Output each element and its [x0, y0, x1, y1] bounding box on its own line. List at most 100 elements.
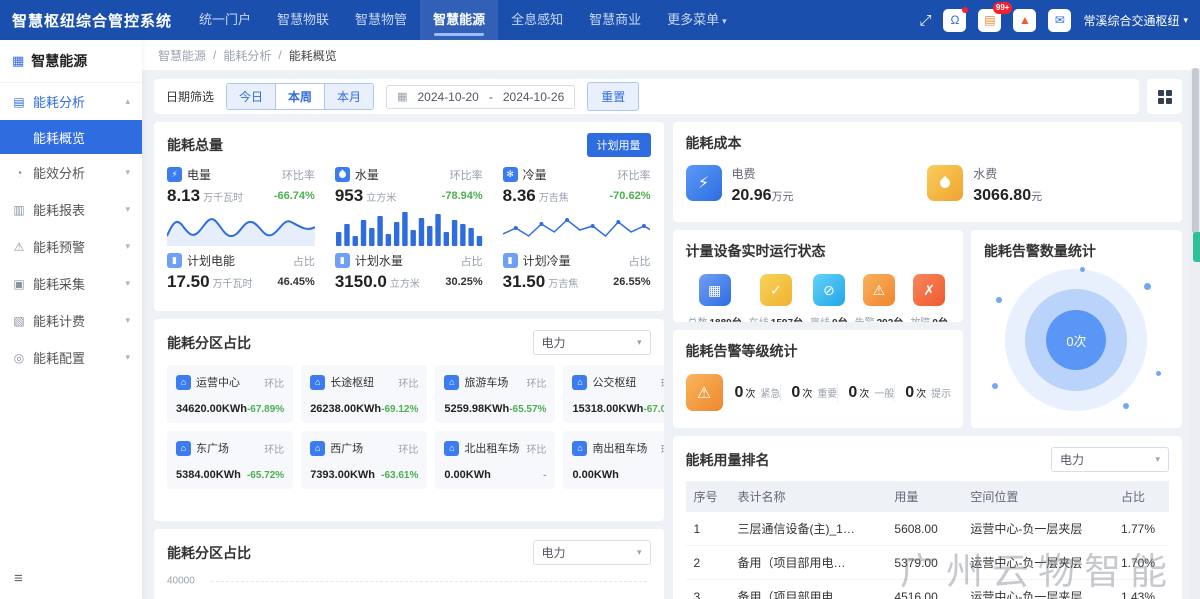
table-row: 3备用（项目部用电…4516.00运营中心-负一层夹层1.43% — [686, 580, 1170, 599]
y-axis-tick: 40000 — [167, 576, 195, 587]
energy-type-select[interactable]: 电力▾ — [1051, 447, 1169, 472]
zone-tile: ⌂东广场环比 5384.00KWh-65.72% — [167, 431, 293, 489]
card-title: 能耗告警等级统计 — [686, 341, 798, 361]
zone-tile: ⌂旅游车场环比 5259.98KWh-65.57% — [435, 365, 555, 423]
alarm-level-general: 0次一般 — [837, 384, 894, 402]
alert-icon: ▲ — [1019, 13, 1031, 27]
todo-button[interactable]: ▤99+ — [978, 9, 1001, 32]
date-filter-bar: 日期筛选 今日 本周 本月 ▦ 2024-10-20 - 2024-10-26 … — [154, 79, 1139, 114]
notification-dot — [962, 7, 968, 13]
water-cost: 水费 3066.80元 — [927, 165, 1169, 205]
chevron-down-icon: ▾ — [125, 167, 130, 178]
alarm-level-card: 能耗告警等级统计 ⚠ 0次紧急 0次重要 — [673, 330, 963, 428]
topbar-actions: ⤢ Ω ▤99+ ▲ ✉ 常溪综合交通枢纽▾ — [919, 9, 1188, 32]
nav-item-property[interactable]: 智慧物管 — [342, 0, 420, 40]
fullscreen-icon[interactable]: ⤢ — [919, 12, 931, 29]
collection-icon: ▣ — [12, 277, 26, 291]
card-title: 能耗总量 — [167, 135, 223, 155]
water-trend-bars — [335, 210, 483, 246]
device-stat-total: ▦ 总数1889台 — [688, 274, 742, 322]
zone-tile: ⌂长途枢纽环比 26238.00KWh-69.12% — [301, 365, 427, 423]
chevron-down-icon: ▾ — [125, 204, 130, 215]
zone-bar-chart: 40000 30000 — [167, 575, 651, 599]
grid-icon — [1158, 90, 1172, 104]
alert-button[interactable]: ▲ — [1013, 9, 1036, 32]
count-badge: 99+ — [993, 2, 1013, 14]
sidebar-item-energy-overview[interactable]: 能耗概览 — [0, 120, 142, 154]
sidebar-item-energy-analysis[interactable]: ▤ 能耗分析 ▴ — [0, 83, 142, 120]
chevron-down-icon: ▾ — [125, 315, 130, 326]
card-title: 能耗分区占比 — [167, 333, 251, 353]
sidebar-item-energy-report[interactable]: ▥ 能耗报表 ▾ — [0, 191, 142, 228]
sidebar: ▦ 智慧能源 ▤ 能耗分析 ▴ 能耗概览 ◔ 能效分析 ▾ ▥ 能耗报表 ▾ ⚠… — [0, 40, 142, 599]
card-title: 能耗告警数量统计 — [984, 241, 1096, 261]
card-title: 能耗用量排名 — [686, 450, 770, 470]
sidebar-item-energy-billing[interactable]: ▧ 能耗计费 ▾ — [0, 302, 142, 339]
metric-water: 水量 环比率 953立方米 -78.94% — [335, 166, 483, 292]
nav-item-holo[interactable]: 全息感知 — [498, 0, 576, 40]
tab-this-week[interactable]: 本周 — [276, 84, 325, 109]
main-content: 智慧能源 / 能耗分析 / 能耗概览 日期筛选 今日 本周 本月 ▦ 2024 — [142, 40, 1200, 599]
reset-button[interactable]: 重置 — [587, 82, 639, 111]
tab-today[interactable]: 今日 — [227, 84, 276, 109]
bell-icon: Ω — [950, 13, 959, 27]
breadcrumb-item[interactable]: 智慧能源 — [158, 47, 206, 64]
calendar-icon: ▦ — [397, 90, 407, 103]
breadcrumb: 智慧能源 / 能耗分析 / 能耗概览 — [142, 40, 1200, 70]
page-scroll-area: 日期筛选 今日 本周 本月 ▦ 2024-10-20 - 2024-10-26 … — [142, 70, 1200, 599]
breadcrumb-current: 能耗概览 — [289, 47, 337, 64]
alarm-level-icon: ⚠ — [686, 374, 723, 411]
notification-bell-button[interactable]: Ω — [943, 9, 966, 32]
chevron-down-icon: ▾ — [637, 337, 642, 348]
sidebar-item-energy-config[interactable]: ◎ 能耗配置 ▾ — [0, 339, 142, 376]
date-end-value[interactable]: 2024-10-26 — [503, 90, 564, 104]
config-icon: ◎ — [12, 351, 26, 365]
alarm-count-card: 能耗告警数量统计 0次 — [971, 230, 1182, 428]
scrollbar-thumb[interactable] — [1192, 68, 1199, 234]
zone-icon: ⌂ — [572, 375, 587, 390]
nav-item-portal[interactable]: 统一门户 — [186, 0, 264, 40]
date-filter-label: 日期筛选 — [166, 88, 214, 105]
zone-icon: ⌂ — [310, 441, 325, 456]
layout-config-button[interactable] — [1147, 79, 1182, 114]
chevron-down-icon: ▾ — [722, 16, 727, 26]
efficiency-icon: ◔ — [12, 166, 26, 180]
report-icon: ▥ — [12, 203, 26, 217]
breadcrumb-separator: / — [278, 48, 281, 62]
water-icon — [335, 167, 350, 182]
nav-item-iot[interactable]: 智慧物联 — [264, 0, 342, 40]
sidebar-title: ▦ 智慧能源 — [0, 40, 142, 83]
sidebar-collapse-button[interactable]: ≡ — [14, 570, 23, 587]
analysis-icon: ▤ — [12, 95, 26, 109]
planned-usage-button[interactable]: 计划用量 — [587, 133, 651, 157]
tab-this-month[interactable]: 本月 — [325, 84, 373, 109]
ranking-card: 能耗用量排名 电力▾ 序号 表计名称 用量 空间位置 占比 — [673, 436, 1183, 599]
nav-item-energy[interactable]: 智慧能源 — [420, 0, 498, 40]
zone-tile: ⌂运营中心环比 34620.00KWh-67.89% — [167, 365, 293, 423]
side-widget-handle[interactable] — [1193, 232, 1200, 262]
electricity-icon: ⚡ — [167, 167, 182, 182]
date-range-picker[interactable]: ▦ 2024-10-20 - 2024-10-26 — [386, 85, 575, 109]
device-alarm-icon: ⚠ — [863, 274, 895, 306]
sidebar-item-energy-warning[interactable]: ⚠ 能耗预警 ▾ — [0, 228, 142, 265]
chevron-down-icon: ▾ — [637, 547, 642, 558]
app-title: 智慧枢纽综合管控系统 — [12, 10, 172, 31]
sidebar-item-efficiency-analysis[interactable]: ◔ 能效分析 ▾ — [0, 154, 142, 191]
device-stat-offline: ⊘ 离线0台 — [810, 274, 848, 322]
nav-item-more-menu[interactable]: 更多菜单▾ — [654, 0, 740, 40]
nav-item-business[interactable]: 智慧商业 — [576, 0, 654, 40]
message-icon: ✉ — [1055, 13, 1065, 27]
col-header: 序号 — [686, 481, 730, 512]
date-start-value[interactable]: 2024-10-20 — [417, 90, 478, 104]
zone-tile: ⌂公交枢纽环比 15318.00KWh-67.05% — [563, 365, 663, 423]
breadcrumb-item[interactable]: 能耗分析 — [223, 47, 271, 64]
sidebar-item-energy-collection[interactable]: ▣ 能耗采集 ▾ — [0, 265, 142, 302]
message-button[interactable]: ✉ — [1048, 9, 1071, 32]
station-label: 常溪综合交通枢纽 — [1083, 12, 1179, 29]
energy-cost-card: 能耗成本 ⚡ 电费 20.96万元 — [673, 122, 1183, 222]
top-navbar: 智慧枢纽综合管控系统 统一门户 智慧物联 智慧物管 智慧能源 全息感知 智慧商业… — [0, 0, 1200, 40]
station-selector[interactable]: 常溪综合交通枢纽▾ — [1083, 12, 1188, 29]
energy-type-select[interactable]: 电力▾ — [533, 330, 651, 355]
electricity-fee-icon: ⚡ — [686, 165, 722, 201]
energy-type-select[interactable]: 电力▾ — [533, 540, 651, 565]
